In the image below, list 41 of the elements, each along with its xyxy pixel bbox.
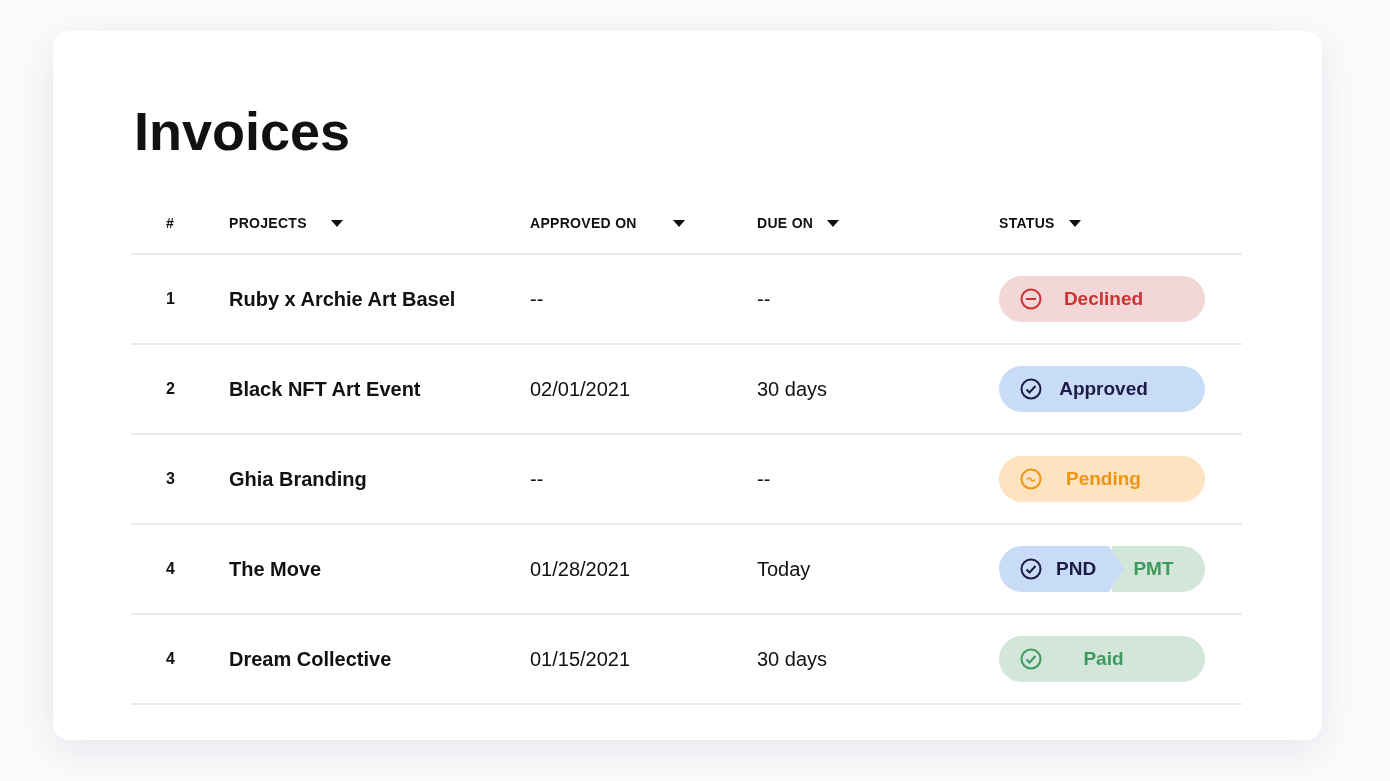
project-name: The Move — [229, 557, 322, 581]
check-circle-icon — [1020, 558, 1042, 580]
row-number: 1 — [166, 290, 175, 308]
tilde-circle-icon — [1020, 468, 1042, 490]
due-date: Today — [757, 557, 811, 581]
page-title: Invoices — [134, 100, 352, 163]
column-header[interactable]: DUE ON — [757, 215, 840, 231]
approved-date: 02/01/2021 — [530, 377, 631, 401]
sort-caret-icon[interactable] — [330, 219, 343, 227]
due-date: -- — [757, 467, 771, 491]
status-label: PND — [1056, 558, 1097, 580]
column-header: # — [166, 215, 175, 231]
row-number: 4 — [166, 650, 175, 668]
project-name: Dream Collective — [229, 647, 392, 671]
approved-date: 01/28/2021 — [530, 557, 631, 581]
sort-caret-icon[interactable] — [1068, 219, 1081, 227]
row-number: 3 — [166, 470, 175, 488]
status-label: PMT — [1133, 558, 1174, 580]
due-date: 30 days — [757, 377, 828, 401]
column-header[interactable]: STATUS — [999, 215, 1081, 231]
approved-date: -- — [530, 287, 544, 311]
column-header[interactable]: PROJECTS — [229, 215, 343, 231]
project-name: Black NFT Art Event — [229, 377, 421, 401]
project-name: Ruby x Archie Art Basel — [229, 287, 456, 311]
status-label: Approved — [1058, 378, 1149, 400]
status-label: Paid — [1082, 648, 1125, 670]
minus-circle-icon — [1020, 288, 1042, 310]
sort-caret-icon[interactable] — [672, 219, 685, 227]
row-number: 2 — [166, 380, 175, 398]
row-number: 4 — [166, 560, 175, 578]
sort-caret-icon[interactable] — [827, 219, 840, 227]
due-date: -- — [757, 287, 771, 311]
project-name: Ghia Branding — [229, 467, 367, 491]
status-label: Pending — [1065, 468, 1142, 490]
approved-date: -- — [530, 467, 544, 491]
check-circle-icon — [1020, 648, 1042, 670]
due-date: 30 days — [757, 647, 828, 671]
check-circle-icon — [1020, 378, 1042, 400]
column-header[interactable]: APPROVED ON — [530, 215, 685, 231]
approved-date: 01/15/2021 — [530, 647, 631, 671]
status-label: Declined — [1062, 288, 1145, 310]
